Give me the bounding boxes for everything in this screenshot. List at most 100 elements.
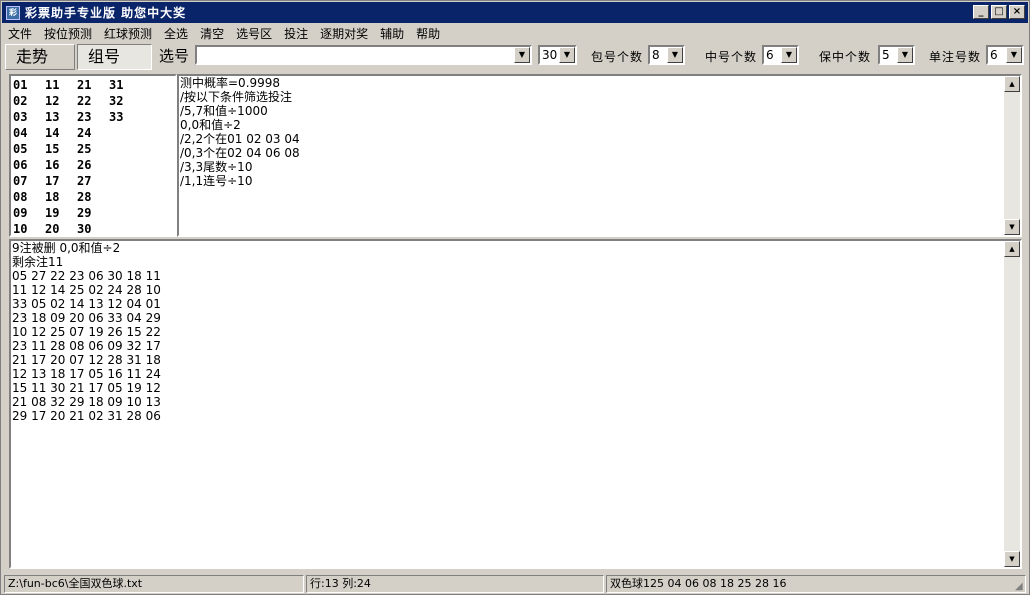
number-cell[interactable]: 16 bbox=[45, 157, 77, 173]
number-cell[interactable]: 01 bbox=[13, 77, 45, 93]
output-line: 23 18 09 20 06 33 04 29 bbox=[12, 311, 161, 325]
close-button[interactable]: × bbox=[1009, 5, 1025, 19]
number-cell[interactable]: 20 bbox=[45, 221, 77, 237]
number-cell[interactable]: 33 bbox=[109, 109, 141, 125]
number-row: 10 20 30 bbox=[13, 221, 173, 237]
select-label: 选号 bbox=[159, 47, 190, 65]
output-line: 11 12 14 25 02 24 28 10 bbox=[12, 283, 161, 297]
dropdown-arrow-icon[interactable]: ▼ bbox=[559, 47, 575, 63]
scroll-up-icon[interactable]: ▲ bbox=[1004, 241, 1020, 257]
tab-group[interactable]: 组号 bbox=[77, 44, 152, 70]
dropdown-arrow-icon[interactable]: ▼ bbox=[514, 47, 530, 63]
menu-file[interactable]: 文件 bbox=[8, 25, 32, 42]
number-cell[interactable]: 07 bbox=[13, 173, 45, 189]
menu-check-prize[interactable]: 逐期对奖 bbox=[320, 25, 368, 42]
app-window: 彩 彩票助手专业版 助您中大奖 _ □ × 文件 按位预测 红球预测 全选 清空… bbox=[0, 0, 1030, 595]
number-cell[interactable] bbox=[109, 125, 141, 141]
number-row: 03 13 23 33 bbox=[13, 109, 173, 125]
dropdown-arrow-icon[interactable]: ▼ bbox=[781, 47, 797, 63]
menu-number-area[interactable]: 选号区 bbox=[236, 25, 272, 42]
number-cell[interactable]: 18 bbox=[45, 189, 77, 205]
result-output[interactable]: 9注被删 0,0和值÷2 剩余注11 05 27 22 23 06 30 18 … bbox=[9, 239, 1022, 569]
number-cell[interactable]: 21 bbox=[77, 77, 109, 93]
number-cell[interactable] bbox=[109, 189, 141, 205]
toolbar: 走势 组号 选号 ▼ 30 ▼ 包号个数 8 ▼ 中号个数 6 ▼ 保中个数 5… bbox=[2, 43, 1028, 71]
number-cell[interactable]: 13 bbox=[45, 109, 77, 125]
number-cell[interactable]: 24 bbox=[77, 125, 109, 141]
number-cell[interactable]: 11 bbox=[45, 77, 77, 93]
status-cursor-position: 行:13 列:24 bbox=[306, 575, 604, 593]
menu-help[interactable]: 帮助 bbox=[416, 25, 440, 42]
dropdown-arrow-icon[interactable]: ▼ bbox=[897, 47, 913, 63]
minimize-button[interactable]: _ bbox=[973, 5, 989, 19]
output-line: 29 17 20 21 02 31 28 06 bbox=[12, 409, 161, 423]
bao-combo[interactable]: 8 ▼ bbox=[648, 45, 685, 65]
number-cell[interactable]: 04 bbox=[13, 125, 45, 141]
zhong-combo[interactable]: 6 ▼ bbox=[762, 45, 799, 65]
condition-editor[interactable]: 测中概率=0.9998 /按以下条件筛选投注 /5,7和值÷1000 0,0和值… bbox=[177, 74, 1022, 237]
number-cell[interactable] bbox=[109, 221, 141, 237]
number-row: 09 19 29 bbox=[13, 205, 173, 221]
title-bar[interactable]: 彩 彩票助手专业版 助您中大奖 _ □ × bbox=[2, 2, 1028, 23]
number-cell[interactable]: 31 bbox=[109, 77, 141, 93]
scroll-up-icon[interactable]: ▲ bbox=[1004, 76, 1020, 92]
editor-line: /5,7和值÷1000 bbox=[180, 104, 268, 118]
output-scrollbar[interactable]: ▲ ▼ bbox=[1004, 241, 1020, 567]
number-cell[interactable]: 22 bbox=[77, 93, 109, 109]
dan-combo[interactable]: 6 ▼ bbox=[986, 45, 1024, 65]
number-cell[interactable]: 08 bbox=[13, 189, 45, 205]
number-cell[interactable]: 27 bbox=[77, 173, 109, 189]
number-grid[interactable]: 01 11 21 31 02 12 22 32 03 13 23 33 04 14 24 05 15 25… bbox=[9, 74, 177, 237]
select-combo[interactable]: ▼ bbox=[195, 45, 532, 65]
number-cell[interactable] bbox=[109, 205, 141, 221]
number-cell[interactable]: 06 bbox=[13, 157, 45, 173]
number-cell[interactable]: 15 bbox=[45, 141, 77, 157]
number-row: 04 14 24 bbox=[13, 125, 173, 141]
tab-trend[interactable]: 走势 bbox=[5, 44, 75, 70]
lottery-app-icon[interactable]: 彩 bbox=[6, 5, 20, 20]
output-line: 10 12 25 07 19 26 15 22 bbox=[12, 325, 161, 339]
number-row: 08 18 28 bbox=[13, 189, 173, 205]
editor-scrollbar[interactable]: ▲ ▼ bbox=[1004, 76, 1020, 235]
number-cell[interactable] bbox=[109, 173, 141, 189]
number-cell[interactable]: 12 bbox=[45, 93, 77, 109]
zhong-label: 中号个数 bbox=[705, 50, 758, 64]
number-cell[interactable]: 30 bbox=[77, 221, 109, 237]
number-cell[interactable]: 28 bbox=[77, 189, 109, 205]
output-line: 剩余注11 bbox=[12, 255, 64, 269]
number-row: 06 16 26 bbox=[13, 157, 173, 173]
maximize-button[interactable]: □ bbox=[991, 5, 1007, 19]
output-line: 33 05 02 14 13 12 04 01 bbox=[12, 297, 161, 311]
output-line: 23 11 28 08 06 09 32 17 bbox=[12, 339, 161, 353]
menu-clear[interactable]: 清空 bbox=[200, 25, 224, 42]
number-cell[interactable]: 29 bbox=[77, 205, 109, 221]
number-cell[interactable]: 25 bbox=[77, 141, 109, 157]
dropdown-arrow-icon[interactable]: ▼ bbox=[1006, 47, 1022, 63]
menu-bet[interactable]: 投注 bbox=[284, 25, 308, 42]
number-cell[interactable]: 14 bbox=[45, 125, 77, 141]
bao-zhong-combo[interactable]: 5 ▼ bbox=[878, 45, 915, 65]
number-cell[interactable]: 23 bbox=[77, 109, 109, 125]
number-cell[interactable]: 05 bbox=[13, 141, 45, 157]
scroll-down-icon[interactable]: ▼ bbox=[1004, 219, 1020, 235]
output-line: 05 27 22 23 06 30 18 11 bbox=[12, 269, 161, 283]
menu-tools[interactable]: 辅助 bbox=[380, 25, 404, 42]
menu-red-predict[interactable]: 红球预测 bbox=[104, 25, 152, 42]
dropdown-arrow-icon[interactable]: ▼ bbox=[667, 47, 683, 63]
number-cell[interactable] bbox=[109, 141, 141, 157]
number-cell[interactable]: 17 bbox=[45, 173, 77, 189]
scroll-down-icon[interactable]: ▼ bbox=[1004, 551, 1020, 567]
menu-select-all[interactable]: 全选 bbox=[164, 25, 188, 42]
number-cell[interactable]: 10 bbox=[13, 221, 45, 237]
bao-zhong-label: 保中个数 bbox=[819, 50, 872, 64]
count-combo[interactable]: 30 ▼ bbox=[538, 45, 577, 65]
number-cell[interactable]: 32 bbox=[109, 93, 141, 109]
number-cell[interactable]: 03 bbox=[13, 109, 45, 125]
number-cell[interactable]: 26 bbox=[77, 157, 109, 173]
number-cell[interactable]: 02 bbox=[13, 93, 45, 109]
number-cell[interactable] bbox=[109, 157, 141, 173]
number-cell[interactable]: 09 bbox=[13, 205, 45, 221]
menu-position-predict[interactable]: 按位预测 bbox=[44, 25, 92, 42]
number-cell[interactable]: 19 bbox=[45, 205, 77, 221]
resize-grip-icon[interactable]: ◢ bbox=[1015, 581, 1027, 593]
